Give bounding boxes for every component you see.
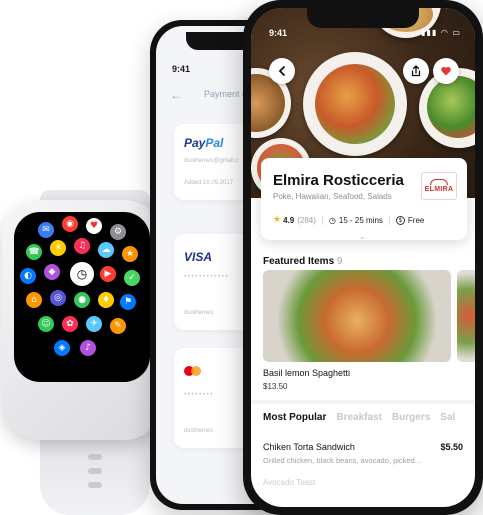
- mastercard-number: • • • • • • • •: [184, 392, 213, 398]
- clock-icon[interactable]: ◷: [70, 262, 94, 286]
- restaurant-logo: ELMIRA: [421, 172, 457, 200]
- app-icon[interactable]: ☺: [38, 316, 54, 332]
- app-icon[interactable]: ★: [122, 246, 138, 262]
- menu-item-description: Grilled chicken, black beans, avocado, p…: [263, 456, 422, 465]
- app-icon[interactable]: ⌂: [26, 292, 42, 308]
- app-icon[interactable]: ⚙: [110, 224, 126, 240]
- back-button[interactable]: [269, 58, 295, 84]
- smartwatch: ✉ ◉ ♥ ⚙ ☎ ☀ ♫ ☁ ★ ◐ ◆ ◷ ▶ ✓ ⌂ ◎ ● ♦ ⚑ ☺ …: [0, 190, 175, 515]
- delivery-time: 15 - 25 mins: [338, 215, 383, 225]
- visa-card-holder: dsothemes: [184, 310, 214, 316]
- restaurant-name: Elmira Rosticceria: [273, 172, 404, 189]
- restaurant-cuisine-tags: Poke, Hawaiian, Seafood, Salads: [273, 192, 392, 201]
- app-icon[interactable]: ☎: [26, 244, 42, 260]
- status-time: 9:41: [269, 28, 288, 38]
- app-icon[interactable]: ◆: [44, 264, 60, 280]
- app-icon[interactable]: ♪: [80, 340, 96, 356]
- visa-logo: VISA: [184, 250, 213, 264]
- app-icon[interactable]: ♦: [98, 292, 114, 308]
- heart-icon: [441, 66, 451, 76]
- share-icon: [411, 65, 421, 77]
- tab-breakfast[interactable]: Breakfast: [336, 412, 382, 423]
- watch-case: ✉ ◉ ♥ ⚙ ☎ ☀ ♫ ☁ ★ ◐ ◆ ◷ ▶ ✓ ⌂ ◎ ● ♦ ⚑ ☺ …: [2, 200, 162, 440]
- status-time: 9:41: [172, 64, 191, 74]
- app-icon[interactable]: ▶: [100, 266, 116, 282]
- section-divider: [251, 400, 475, 404]
- app-icon[interactable]: ✉: [38, 222, 54, 238]
- back-arrow-icon[interactable]: ←: [170, 88, 182, 102]
- dollar-icon: $: [395, 215, 405, 225]
- app-icon[interactable]: ◈: [54, 340, 70, 356]
- mastercard-icon: [184, 366, 202, 376]
- app-icon[interactable]: ✎: [110, 318, 126, 334]
- app-icon[interactable]: ◉: [62, 216, 78, 232]
- restaurant-phone: 9:41 ▮▮▮ ◠ ▭ Elmira Rosticceria Poke, Ha…: [243, 0, 483, 515]
- tab-most-popular[interactable]: Most Popular: [263, 412, 326, 423]
- app-icon[interactable]: ◎: [50, 290, 66, 306]
- app-icon[interactable]: ♥: [86, 218, 102, 234]
- favorite-button[interactable]: [433, 58, 459, 84]
- app-icon[interactable]: ✿: [62, 316, 78, 332]
- featured-item-price: $13.50: [263, 382, 288, 391]
- restaurant-meta: ★ 4.9 (284) ◷ 15 - 25 mins $ Free: [273, 215, 424, 225]
- watch-app-grid: ✉ ◉ ♥ ⚙ ☎ ☀ ♫ ☁ ★ ◐ ◆ ◷ ▶ ✓ ⌂ ◎ ● ♦ ⚑ ☺ …: [14, 212, 150, 382]
- paypal-added-date: Added 18.09.2017: [184, 180, 234, 186]
- restaurant-info-card: Elmira Rosticceria Poke, Hawaiian, Seafo…: [261, 158, 467, 240]
- tab-salads[interactable]: Sal: [440, 412, 455, 423]
- featured-item-name[interactable]: Basil lemon Spaghetti: [263, 368, 350, 378]
- app-icon[interactable]: ☁: [98, 242, 114, 258]
- visa-card-number: • • • • • • • • • • • •: [184, 274, 228, 280]
- chevron-down-icon[interactable]: ⌄: [359, 232, 366, 241]
- star-icon: ★: [273, 215, 282, 225]
- paypal-email: dsothemes@gmail.c: [184, 158, 239, 164]
- menu-item-name[interactable]: Chiken Torta Sandwich: [263, 442, 355, 452]
- chevron-left-icon: [278, 66, 285, 76]
- review-count: (284): [297, 215, 316, 225]
- rating-value: 4.9: [283, 215, 295, 225]
- tab-burgers[interactable]: Burgers: [392, 412, 430, 423]
- restaurant-screen: 9:41 ▮▮▮ ◠ ▭ Elmira Rosticceria Poke, Ha…: [251, 8, 475, 507]
- app-icon[interactable]: ☀: [50, 240, 66, 256]
- app-icon[interactable]: ●: [74, 292, 90, 308]
- menu-item-name[interactable]: Avocado Toast: [263, 478, 315, 487]
- featured-item-image[interactable]: [263, 270, 451, 362]
- app-icon[interactable]: ✓: [124, 270, 140, 286]
- featured-item-image[interactable]: [457, 270, 475, 362]
- featured-count: 9: [336, 256, 343, 267]
- status-icons: ▮▮▮ ◠ ▭: [421, 28, 461, 37]
- app-icon[interactable]: ✈: [86, 316, 102, 332]
- featured-items-title: Featured Items 9: [263, 256, 343, 267]
- app-icon[interactable]: ⚑: [120, 294, 136, 310]
- share-button[interactable]: [403, 58, 429, 84]
- delivery-fee: Free: [407, 215, 425, 225]
- clock-icon: ◷: [328, 215, 336, 225]
- mastercard-holder: dsothemes: [184, 428, 214, 434]
- paypal-logo: PayPal: [184, 136, 224, 150]
- app-icon[interactable]: ♫: [74, 238, 90, 254]
- menu-item-price: $5.50: [440, 442, 463, 452]
- menu-category-tabs: Most Popular Breakfast Burgers Sal: [263, 412, 465, 423]
- app-icon[interactable]: ◐: [20, 268, 36, 284]
